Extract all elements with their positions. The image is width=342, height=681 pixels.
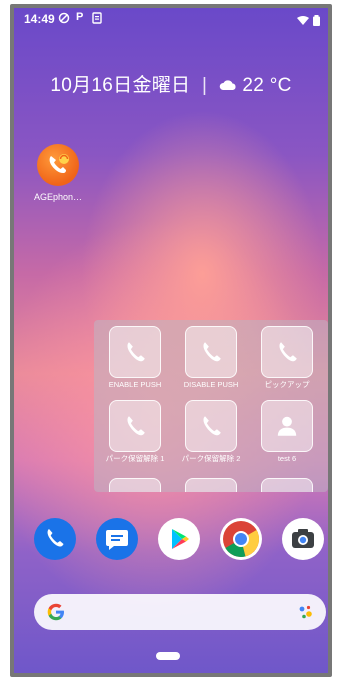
tile-partial[interactable] [257,478,317,492]
dock-play-store-icon[interactable] [158,518,200,560]
phone-icon[interactable] [109,326,161,378]
status-time: 14:49 [24,12,55,26]
tile-label: パーク保留解除 1 [105,454,165,463]
tile-partial[interactable] [181,478,241,492]
divider: | [201,75,208,96]
wifi-icon [297,13,309,31]
tile-disable-push[interactable]: DISABLE PUSH [181,326,241,389]
dock-camera-icon[interactable] [282,518,324,560]
battery-icon [313,13,320,31]
assistant-icon[interactable] [298,604,314,625]
dock-phone-icon[interactable] [34,518,76,560]
dock-messages-icon[interactable] [96,518,138,560]
tile-park-release-2[interactable]: パーク保留解除 2 [181,400,241,463]
phone-icon[interactable] [261,478,313,492]
google-g-icon[interactable] [46,602,66,627]
phone-icon[interactable] [109,478,161,492]
app-label-agephone[interactable]: AGEphon… [30,192,86,202]
tile-label: DISABLE PUSH [183,380,239,389]
tile-label: ENABLE PUSH [108,380,162,389]
tile-partial[interactable] [105,478,165,492]
tile-pickup[interactable]: ピックアップ [257,326,317,389]
speed-dial-widget[interactable]: ENABLE PUSH DISABLE PUSH ピックアップ パーク保留解除 … [94,320,328,492]
dock-chrome-icon[interactable] [220,518,262,560]
tile-test-6[interactable]: test 6 [257,400,317,463]
phone-icon[interactable] [261,326,313,378]
p-app-icon: P [76,11,84,23]
phone-icon[interactable] [109,400,161,452]
google-search-bar[interactable] [34,594,326,630]
tile-label: パーク保留解除 2 [181,454,241,463]
home-app-agephone[interactable]: AGEphon… [30,144,86,202]
tile-label: test 6 [277,454,297,463]
home-gesture-pill[interactable] [156,652,180,660]
phone-icon[interactable] [185,326,237,378]
tile-enable-push[interactable]: ENABLE PUSH [105,326,165,389]
person-icon[interactable] [261,400,313,452]
tile-park-release-1[interactable]: パーク保留解除 1 [105,400,165,463]
date-text[interactable]: 10月16日金曜日 [50,75,190,96]
phone-icon[interactable] [185,478,237,492]
clipboard-icon [92,12,102,27]
at-a-glance-widget[interactable]: 10月16日金曜日 | 22 °C [14,70,328,97]
home-screen: 14:49 P 10月16日金曜日 | 22 °C AGEphon… ENABL… [14,8,328,673]
tile-label: ピックアップ [264,380,310,389]
phone-icon[interactable] [185,400,237,452]
agephone-icon[interactable] [37,144,79,186]
sync-icon [58,12,70,27]
temperature-text[interactable]: 22 °C [242,75,291,96]
cloud-icon [219,75,237,97]
status-indicators [297,13,320,31]
status-bar: 14:49 P [14,8,328,30]
